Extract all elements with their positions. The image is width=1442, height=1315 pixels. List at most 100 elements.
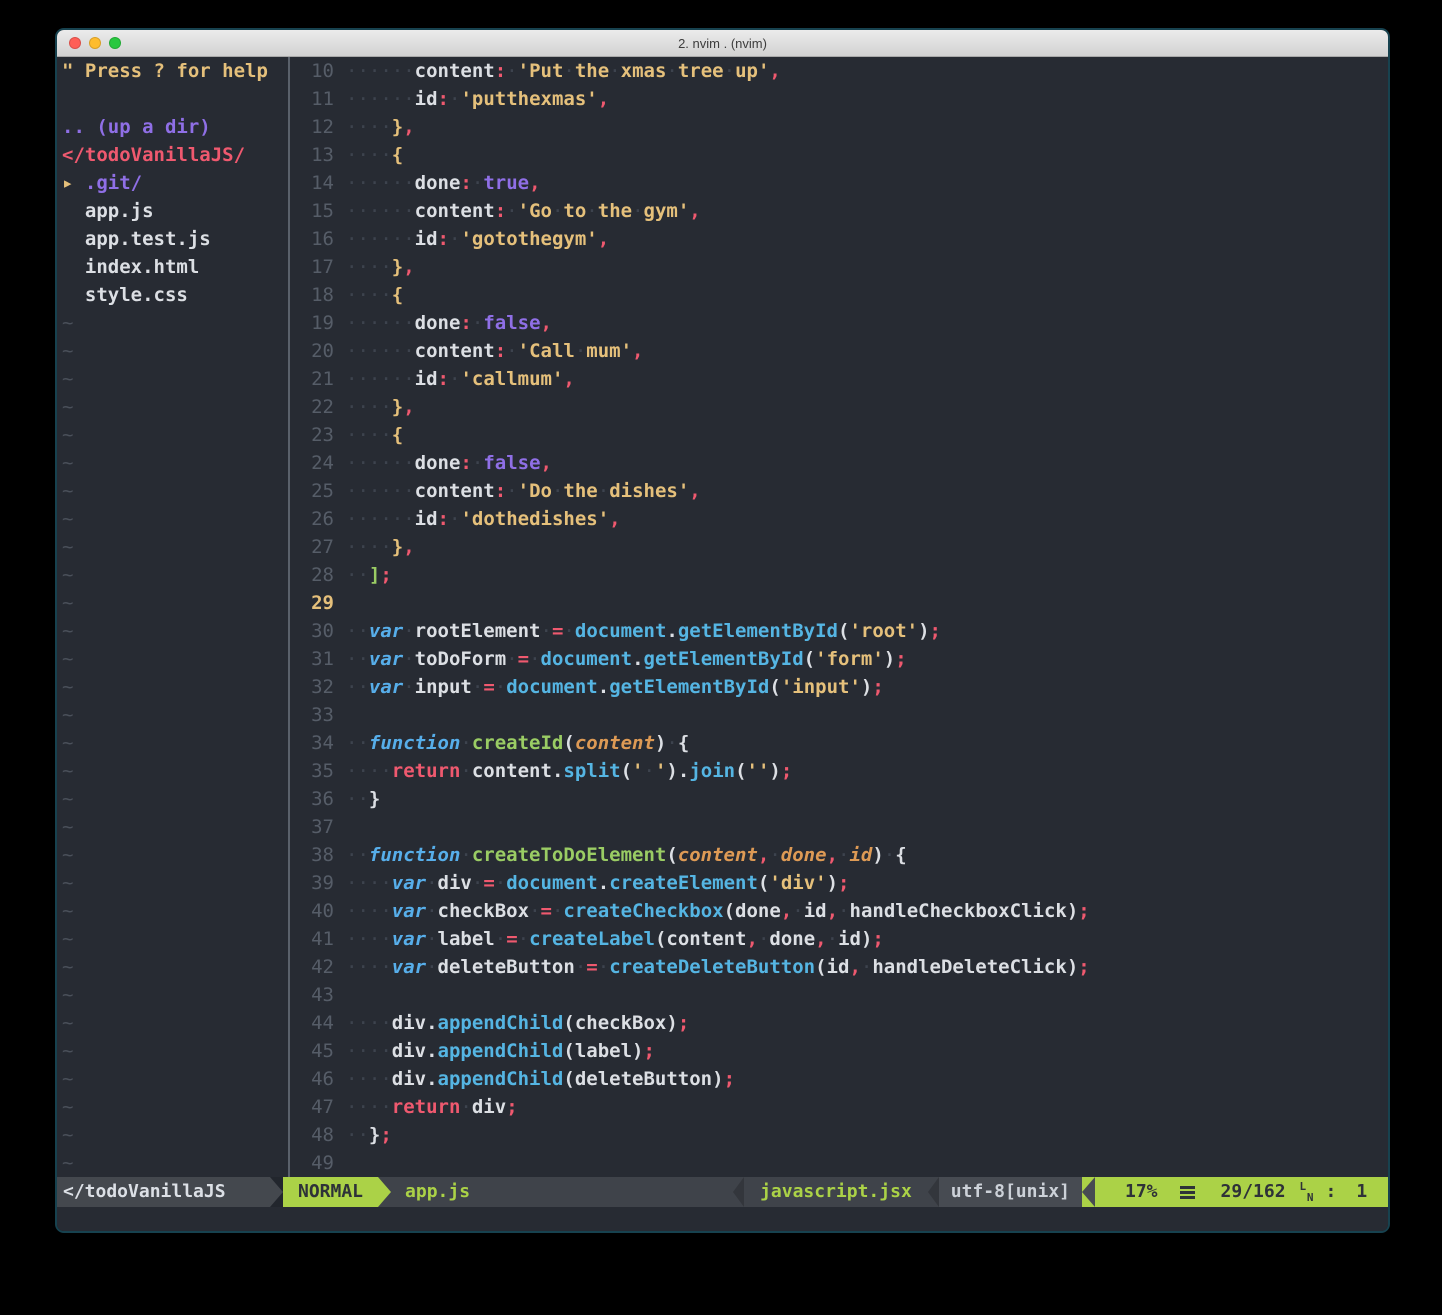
line-number: 33: [300, 701, 334, 729]
window-split-separator[interactable]: [283, 57, 296, 1177]
tree-item-git[interactable]: ▸ .git/: [62, 169, 283, 197]
code-line[interactable]: 37: [300, 813, 1388, 841]
tree-item-style-css[interactable]: style.css: [62, 281, 283, 309]
line-number: 23: [300, 421, 334, 449]
statusline-filetype: javascript.jsx: [744, 1177, 928, 1207]
code-line[interactable]: 26······id:·'dothedishes',: [300, 505, 1388, 533]
minimize-button-icon[interactable]: [89, 37, 101, 49]
command-line[interactable]: [57, 1207, 1388, 1231]
empty-buffer-tilde: ~: [62, 617, 283, 645]
code-line[interactable]: 41····var·label·=·createLabel(content,·d…: [300, 925, 1388, 953]
titlebar[interactable]: 2. nvim . (nvim): [57, 30, 1388, 57]
tree-item-app-js[interactable]: app.js: [62, 197, 283, 225]
tree-item-index-html[interactable]: index.html: [62, 253, 283, 281]
position-colon: :: [1326, 1177, 1337, 1207]
code-line[interactable]: 13····{: [300, 141, 1388, 169]
code-line[interactable]: 47····return·div;: [300, 1093, 1388, 1121]
line-number: 14: [300, 169, 334, 197]
empty-buffer-tilde: ~: [62, 337, 283, 365]
empty-buffer-tilde: ~: [62, 785, 283, 813]
traffic-lights: [69, 37, 121, 49]
code-line[interactable]: 23····{: [300, 421, 1388, 449]
code-line[interactable]: 20······content:·'Call·mum',: [300, 337, 1388, 365]
line-number: 41: [300, 925, 334, 953]
cursor-column: 1: [1356, 1177, 1367, 1207]
code-line[interactable]: 39····var·div·=·document.createElement('…: [300, 869, 1388, 897]
code-line[interactable]: 46····div.appendChild(deleteButton);: [300, 1065, 1388, 1093]
code-line[interactable]: 11······id:·'putthexmas',: [300, 85, 1388, 113]
code-line[interactable]: 21······id:·'callmum',: [300, 365, 1388, 393]
code-line[interactable]: 15······content:·'Go·to·the·gym',: [300, 197, 1388, 225]
line-number: 24: [300, 449, 334, 477]
powerline-arrow-icon: [1082, 1177, 1095, 1207]
line-number: 22: [300, 393, 334, 421]
code-line[interactable]: 30··var·rootElement·=·document.getElemen…: [300, 617, 1388, 645]
code-buffer[interactable]: 10······content:·'Put·the·xmas·tree·up',…: [296, 57, 1388, 1177]
empty-buffer-tilde: ~: [62, 757, 283, 785]
line-number: 26: [300, 505, 334, 533]
code-line[interactable]: 14······done:·true,: [300, 169, 1388, 197]
empty-buffer-tilde: ~: [62, 869, 283, 897]
code-line[interactable]: 27····},: [300, 533, 1388, 561]
code-line[interactable]: 43: [300, 981, 1388, 1009]
line-number: 12: [300, 113, 334, 141]
code-line[interactable]: 35····return·content.split('·').join('')…: [300, 757, 1388, 785]
code-line[interactable]: 19······done:·false,: [300, 309, 1388, 337]
line-number: 45: [300, 1037, 334, 1065]
line-number: 21: [300, 365, 334, 393]
line-number: 42: [300, 953, 334, 981]
empty-buffer-tilde: ~: [62, 925, 283, 953]
zoom-button-icon[interactable]: [109, 37, 121, 49]
code-line[interactable]: 18····{: [300, 281, 1388, 309]
empty-buffer-tilde: ~: [62, 673, 283, 701]
powerline-arrow-icon: [378, 1177, 391, 1207]
line-number: 40: [300, 897, 334, 925]
powerline-arrow-icon: [928, 1177, 939, 1207]
tree-up-dir[interactable]: .. (up a dir): [62, 113, 283, 141]
line-number: 13: [300, 141, 334, 169]
tree-item-app-test-js[interactable]: app.test.js: [62, 225, 283, 253]
lines-icon: [1180, 1186, 1195, 1189]
line-number: 28: [300, 561, 334, 589]
statusline: </todoVanillaJS NORMAL app.js javascript…: [57, 1177, 1388, 1207]
line-number: 44: [300, 1009, 334, 1037]
line-number: 27: [300, 533, 334, 561]
code-line[interactable]: 12····},: [300, 113, 1388, 141]
code-line[interactable]: 36··}: [300, 785, 1388, 813]
code-line[interactable]: 34··function·createId(content)·{: [300, 729, 1388, 757]
empty-buffer-tilde: ~: [62, 841, 283, 869]
code-line[interactable]: 22····},: [300, 393, 1388, 421]
code-line[interactable]: 29: [300, 589, 1388, 617]
statusline-tree-path: </todoVanillaJS: [57, 1177, 270, 1207]
line-number: 43: [300, 981, 334, 1009]
code-line[interactable]: 24······done:·false,: [300, 449, 1388, 477]
code-line[interactable]: 32··var·input·=·document.getElementById(…: [300, 673, 1388, 701]
code-line[interactable]: 10······content:·'Put·the·xmas·tree·up',: [300, 57, 1388, 85]
empty-buffer-tilde: ~: [62, 897, 283, 925]
line-number: 20: [300, 337, 334, 365]
line-number: 35: [300, 757, 334, 785]
code-line[interactable]: 48··};: [300, 1121, 1388, 1149]
empty-buffer-tilde: ~: [62, 701, 283, 729]
code-line[interactable]: 44····div.appendChild(checkBox);: [300, 1009, 1388, 1037]
code-line[interactable]: 17····},: [300, 253, 1388, 281]
code-line[interactable]: 28··];: [300, 561, 1388, 589]
empty-buffer-tilde: ~: [62, 1065, 283, 1093]
code-line[interactable]: 25······content:·'Do·the·dishes',: [300, 477, 1388, 505]
code-line[interactable]: 38··function·createToDoElement(content,·…: [300, 841, 1388, 869]
code-line[interactable]: 40····var·checkBox·=·createCheckbox(done…: [300, 897, 1388, 925]
code-line[interactable]: 45····div.appendChild(label);: [300, 1037, 1388, 1065]
nerdtree-sidebar[interactable]: " Press ? for help.. (up a dir)</todoVan…: [57, 57, 283, 1177]
line-number: 10: [300, 57, 334, 85]
powerline-arrow-icon: [733, 1177, 744, 1207]
code-line[interactable]: 49: [300, 1149, 1388, 1177]
code-line[interactable]: 42····var·deleteButton·=·createDeleteBut…: [300, 953, 1388, 981]
line-number-icon: LN: [1300, 1181, 1314, 1203]
empty-buffer-tilde: ~: [62, 1121, 283, 1149]
close-button-icon[interactable]: [69, 37, 81, 49]
code-line[interactable]: 33: [300, 701, 1388, 729]
code-line[interactable]: 31··var·toDoForm·=·document.getElementBy…: [300, 645, 1388, 673]
line-number: 47: [300, 1093, 334, 1121]
tree-root[interactable]: </todoVanillaJS/: [62, 141, 283, 169]
code-line[interactable]: 16······id:·'gotothegym',: [300, 225, 1388, 253]
